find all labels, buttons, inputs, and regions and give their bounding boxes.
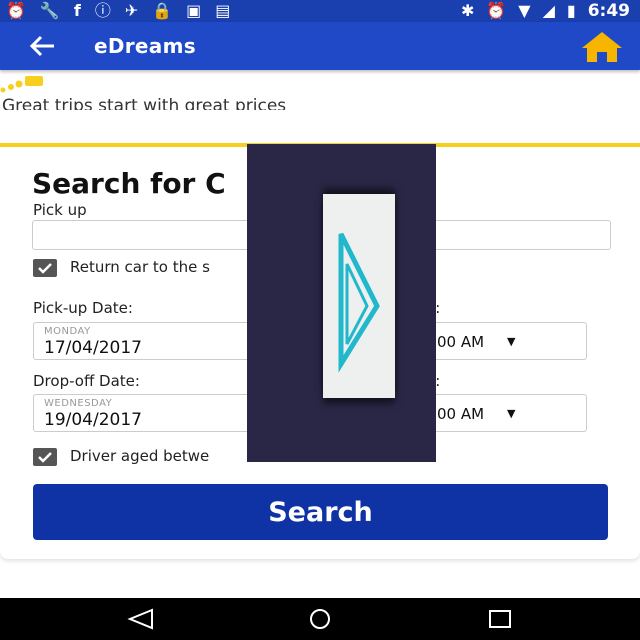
- app-title: eDreams: [94, 34, 196, 58]
- pickup-date-value: 17/04/2017: [44, 338, 142, 358]
- dropoff-time-select[interactable]: 00 AM ▼: [434, 394, 587, 432]
- news-icon: ✈: [124, 1, 139, 20]
- return-same-checkbox[interactable]: [33, 259, 57, 277]
- pickup-day: MONDAY: [44, 326, 91, 337]
- status-left-icons: ⏰ 🔧 f ⓘ ✈ 🔒 ▣ ▤: [6, 2, 230, 20]
- arrow-left-icon: [29, 35, 54, 57]
- home-button[interactable]: [580, 30, 624, 64]
- driver-age-label: Driver aged betwe: [70, 447, 210, 465]
- back-button[interactable]: [28, 32, 58, 60]
- pickup-label: Pick up: [33, 201, 87, 219]
- tagline: Great trips start with great prices: [2, 96, 287, 110]
- app-bar: eDreams: [0, 22, 640, 70]
- home-icon: [582, 32, 622, 62]
- check-icon: [38, 263, 52, 274]
- nav-recents-icon[interactable]: [485, 608, 515, 630]
- dropoff-date-label: Drop-off Date:: [33, 372, 140, 390]
- pickup-time-value: 00 AM: [437, 333, 485, 351]
- brand-dots-icon: [0, 76, 43, 93]
- chevron-down-icon: ▼: [507, 335, 516, 348]
- image-icon: ▤: [215, 1, 231, 20]
- lock-icon: 🔒: [152, 1, 173, 20]
- status-bar: ⏰ 🔧 f ⓘ ✈ 🔒 ▣ ▤ ✱ ⏰ ▼ ◢ ▮ 6:49: [0, 0, 640, 22]
- status-right-icons: ✱ ⏰ ▼ ◢ ▮ 6:49: [460, 1, 630, 21]
- signal-icon: ◢: [542, 1, 555, 20]
- check-icon: [38, 452, 52, 463]
- nav-back-icon[interactable]: [126, 608, 156, 630]
- play-triangle-icon: [323, 194, 395, 398]
- wifi-icon: ▼: [518, 1, 531, 20]
- overlay-panel: [247, 144, 436, 462]
- system-nav-bar: [0, 598, 640, 640]
- dropoff-date-value: 19/04/2017: [44, 410, 142, 430]
- driver-age-checkbox[interactable]: [33, 448, 57, 466]
- android-icon: ▣: [186, 1, 202, 20]
- search-button[interactable]: Search: [33, 484, 608, 540]
- return-same-label: Return car to the s: [70, 258, 210, 276]
- wrench-icon: 🔧: [39, 1, 60, 20]
- facebook-icon: f: [73, 1, 81, 20]
- pickup-date-label: Pick-up Date:: [33, 299, 133, 317]
- pickup-time-select[interactable]: 00 AM ▼: [434, 322, 587, 360]
- status-time: 6:49: [587, 1, 630, 21]
- dropoff-day: WEDNESDAY: [44, 398, 113, 409]
- nav-home-icon[interactable]: [305, 608, 335, 630]
- chevron-down-icon: ▼: [507, 407, 516, 420]
- bluetooth-icon: ✱: [460, 1, 475, 20]
- search-heading: Search for C: [32, 167, 226, 200]
- alarm-icon: ⏰: [486, 1, 507, 20]
- info-icon: ⓘ: [94, 1, 111, 20]
- battery-icon: ▮: [566, 1, 576, 20]
- alarm-icon: ⏰: [6, 1, 26, 20]
- dropoff-time-value: 00 AM: [437, 405, 485, 423]
